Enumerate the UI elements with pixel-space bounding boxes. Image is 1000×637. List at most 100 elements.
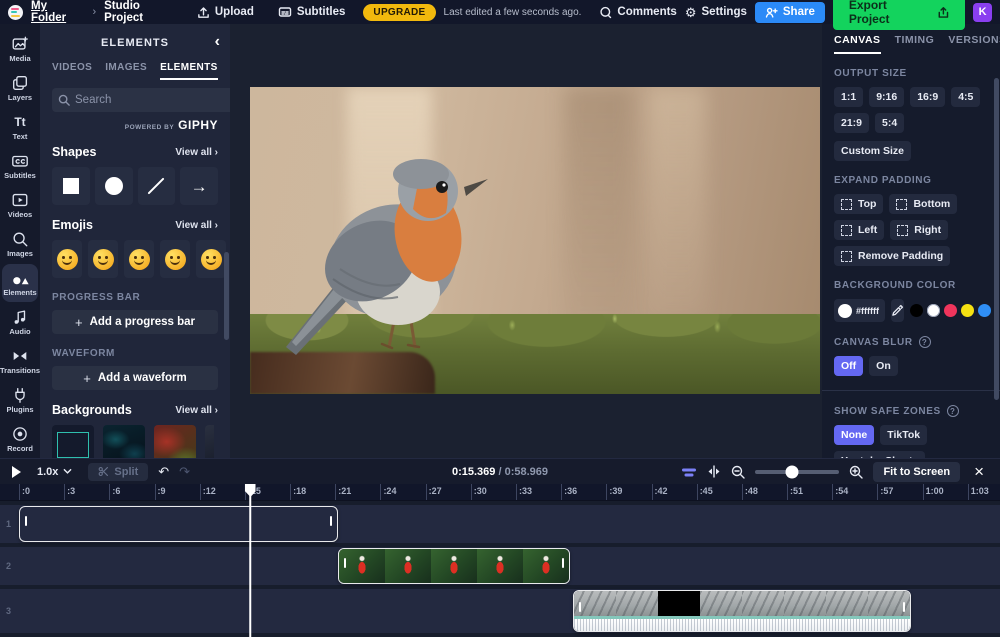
sidebar-item-media[interactable]: Media: [2, 30, 38, 68]
settings-button[interactable]: ⚙ Settings: [685, 6, 747, 19]
video-canvas[interactable]: [250, 87, 820, 394]
emoji-tile[interactable]: [196, 240, 226, 278]
scenic-video-clip[interactable]: [573, 590, 910, 632]
user-avatar[interactable]: K: [973, 3, 992, 22]
emojis-view-all-link[interactable]: View all ›: [175, 220, 218, 231]
sidebar-item-layers[interactable]: Layers: [2, 69, 38, 107]
zoom-in-button[interactable]: [849, 465, 863, 479]
playback-speed-dropdown[interactable]: 1.0x: [31, 463, 78, 481]
tab-canvas[interactable]: CANVAS: [834, 34, 881, 54]
shape-circle-tile[interactable]: [95, 167, 133, 205]
safe-zone-none[interactable]: None: [834, 425, 874, 445]
comments-button[interactable]: Comments: [599, 6, 676, 19]
shapes-view-all-link[interactable]: View all ›: [175, 147, 218, 158]
play-button[interactable]: [12, 466, 21, 478]
clip-trim-handle-right[interactable]: [330, 516, 332, 526]
color-swatch[interactable]: [978, 304, 991, 317]
mirror-split-button[interactable]: [707, 465, 721, 478]
clip-trim-handle-left[interactable]: [344, 558, 346, 568]
padding-button-bottom[interactable]: Bottom: [889, 194, 957, 214]
collapse-panel-icon[interactable]: ‹: [215, 32, 220, 52]
fit-to-screen-button[interactable]: Fit to Screen: [873, 462, 960, 482]
backgrounds-view-all-link[interactable]: View all ›: [175, 405, 218, 416]
clip-trim-handle-right[interactable]: [903, 602, 905, 612]
dashed-square-icon: [896, 199, 907, 210]
ratio-button-9-16[interactable]: 9:16: [869, 87, 904, 107]
background-thumbnail[interactable]: [154, 425, 196, 458]
export-project-button[interactable]: Export Project: [833, 0, 965, 30]
ratio-button-21-9[interactable]: 21:9: [834, 113, 869, 133]
custom-size-button[interactable]: Custom Size: [834, 141, 911, 161]
emoji-tile[interactable]: [160, 240, 190, 278]
padding-button-left[interactable]: Left: [834, 220, 884, 240]
emoji-tile[interactable]: [52, 240, 82, 278]
redo-button[interactable]: ↷: [179, 465, 190, 478]
eyedropper-button[interactable]: [891, 299, 904, 322]
canvas-panel-scrollbar[interactable]: [994, 78, 999, 400]
tab-images[interactable]: IMAGES: [105, 62, 147, 80]
emoji-tile[interactable]: [88, 240, 118, 278]
sidebar-item-audio[interactable]: Audio: [2, 303, 38, 341]
parrot-video-clip[interactable]: [338, 548, 570, 584]
tab-videos[interactable]: VIDEOS: [52, 62, 92, 80]
share-button[interactable]: Share: [755, 2, 825, 23]
timeline-zoom-slider[interactable]: [755, 470, 839, 474]
sidebar-item-record[interactable]: Record: [2, 420, 38, 458]
clip-trim-handle-right[interactable]: [562, 558, 564, 568]
ratio-button-4-5[interactable]: 4:5: [951, 87, 980, 107]
padding-button-top[interactable]: Top: [834, 194, 883, 214]
tab-versions[interactable]: VERSIONS: [948, 34, 1000, 54]
shape-square-tile[interactable]: [52, 167, 90, 205]
ratio-button-16-9[interactable]: 16:9: [910, 87, 945, 107]
shape-arrow-tile[interactable]: →: [180, 167, 218, 205]
background-thumbnail[interactable]: [205, 425, 214, 458]
subtitles-button[interactable]: Subtitles: [278, 5, 346, 19]
color-swatch[interactable]: [910, 304, 923, 317]
color-swatch[interactable]: [944, 304, 957, 317]
padding-button-remove-padding[interactable]: Remove Padding: [834, 246, 950, 266]
kapwing-logo-icon[interactable]: [8, 5, 23, 20]
sidebar-item-plugins[interactable]: Plugins: [2, 381, 38, 419]
snap-toggle-button[interactable]: [681, 465, 697, 479]
elements-panel-scrollbar[interactable]: [224, 252, 229, 340]
tab-elements[interactable]: ELEMENTS: [160, 62, 218, 80]
ratio-button-1-1[interactable]: 1:1: [834, 87, 863, 107]
zoom-out-button[interactable]: [731, 465, 745, 479]
sidebar-item-text[interactable]: TtText: [2, 108, 38, 146]
color-hex-button[interactable]: #ffffff: [834, 299, 885, 322]
canvas-blur-on[interactable]: On: [869, 356, 898, 376]
tab-timing[interactable]: TIMING: [895, 34, 935, 54]
zoom-slider-thumb[interactable]: [786, 465, 799, 478]
sidebar-item-elements[interactable]: Elements: [2, 264, 38, 302]
shape-line-tile[interactable]: [138, 167, 176, 205]
emoji-tile[interactable]: [124, 240, 154, 278]
close-timeline-icon[interactable]: ×: [970, 463, 988, 480]
bird-video-clip[interactable]: [19, 506, 338, 542]
safe-zone-tiktok[interactable]: TikTok: [880, 425, 927, 445]
search-input[interactable]: [75, 94, 229, 106]
add-progress-bar-button[interactable]: + Add a progress bar: [52, 310, 218, 334]
split-button[interactable]: Split: [88, 463, 148, 481]
help-icon[interactable]: ?: [919, 336, 931, 348]
background-thumbnail[interactable]: [103, 425, 145, 458]
color-swatch[interactable]: [927, 304, 940, 317]
upgrade-button[interactable]: UPGRADE: [363, 4, 435, 21]
add-waveform-button[interactable]: + Add a waveform: [52, 366, 218, 390]
upload-button[interactable]: Upload: [197, 6, 254, 19]
sidebar-item-subtitles[interactable]: Subtitles: [2, 147, 38, 185]
sidebar-item-images[interactable]: Images: [2, 225, 38, 263]
clip-trim-handle-left[interactable]: [579, 602, 581, 612]
breadcrumb-project-title[interactable]: Studio Project: [104, 0, 181, 24]
color-swatch[interactable]: [961, 304, 974, 317]
background-thumbnail[interactable]: [52, 425, 94, 458]
clip-trim-handle-left[interactable]: [25, 516, 27, 526]
padding-button-right[interactable]: Right: [890, 220, 948, 240]
help-icon[interactable]: ?: [947, 405, 959, 417]
canvas-blur-off[interactable]: Off: [834, 356, 863, 376]
breadcrumb-folder[interactable]: My Folder: [31, 0, 84, 24]
sidebar-item-videos[interactable]: Videos: [2, 186, 38, 224]
undo-button[interactable]: ↶: [158, 465, 169, 478]
ratio-button-5-4[interactable]: 5:4: [875, 113, 904, 133]
timeline-ruler[interactable]: :0:3:6:9:12:15:18:21:24:27:30:33:36:39:4…: [0, 484, 1000, 501]
sidebar-item-transitions[interactable]: Transitions: [2, 342, 38, 380]
